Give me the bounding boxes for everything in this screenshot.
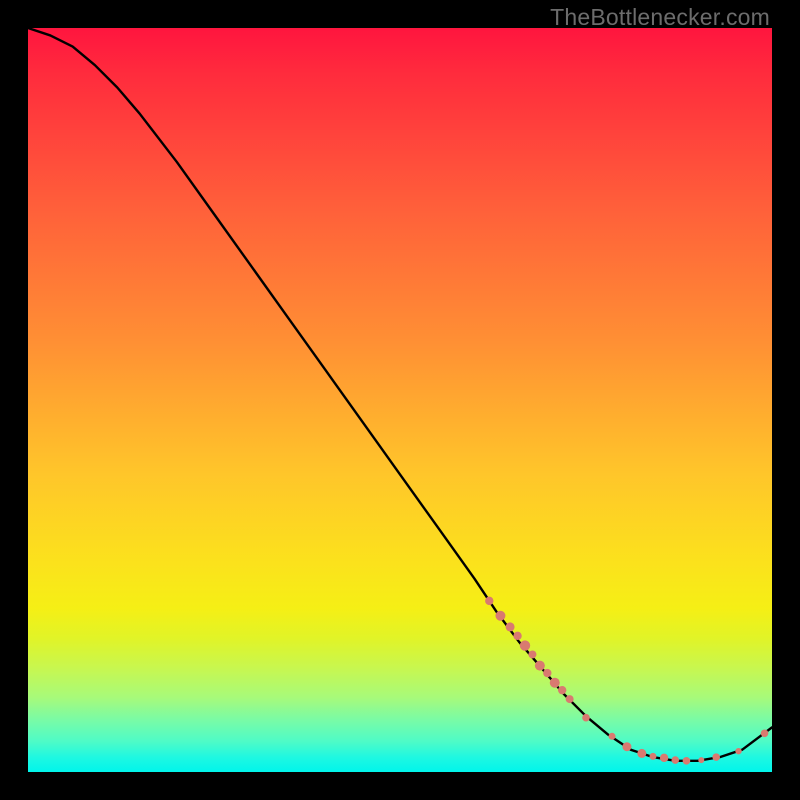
marker-dot — [513, 632, 521, 640]
marker-dot — [698, 757, 704, 763]
chart-svg — [28, 28, 772, 772]
marker-dot — [660, 754, 668, 762]
marker-dot — [582, 714, 590, 722]
watermark-text: TheBottlenecker.com — [550, 4, 770, 31]
chart-stage: TheBottlenecker.com — [0, 0, 800, 800]
marker-dot — [649, 753, 656, 760]
marker-dot — [609, 733, 616, 740]
marker-dot — [550, 678, 560, 688]
marker-dot — [506, 622, 515, 631]
marker-dot — [712, 753, 720, 761]
marker-dot — [528, 650, 536, 658]
marker-dot — [761, 730, 769, 738]
marker-dot — [543, 669, 551, 677]
marker-dot — [671, 756, 679, 764]
marker-dot — [485, 597, 493, 605]
marker-dot — [637, 749, 646, 758]
marker-dot — [495, 611, 505, 621]
marker-dot — [535, 661, 545, 671]
plot-area — [28, 28, 772, 772]
marker-dot — [566, 695, 574, 703]
marker-dot — [622, 742, 631, 751]
marker-layer — [485, 597, 768, 765]
marker-dot — [683, 757, 691, 765]
bottleneck-curve — [28, 28, 772, 761]
marker-dot — [735, 748, 741, 754]
marker-dot — [558, 686, 566, 694]
marker-dot — [520, 640, 530, 650]
